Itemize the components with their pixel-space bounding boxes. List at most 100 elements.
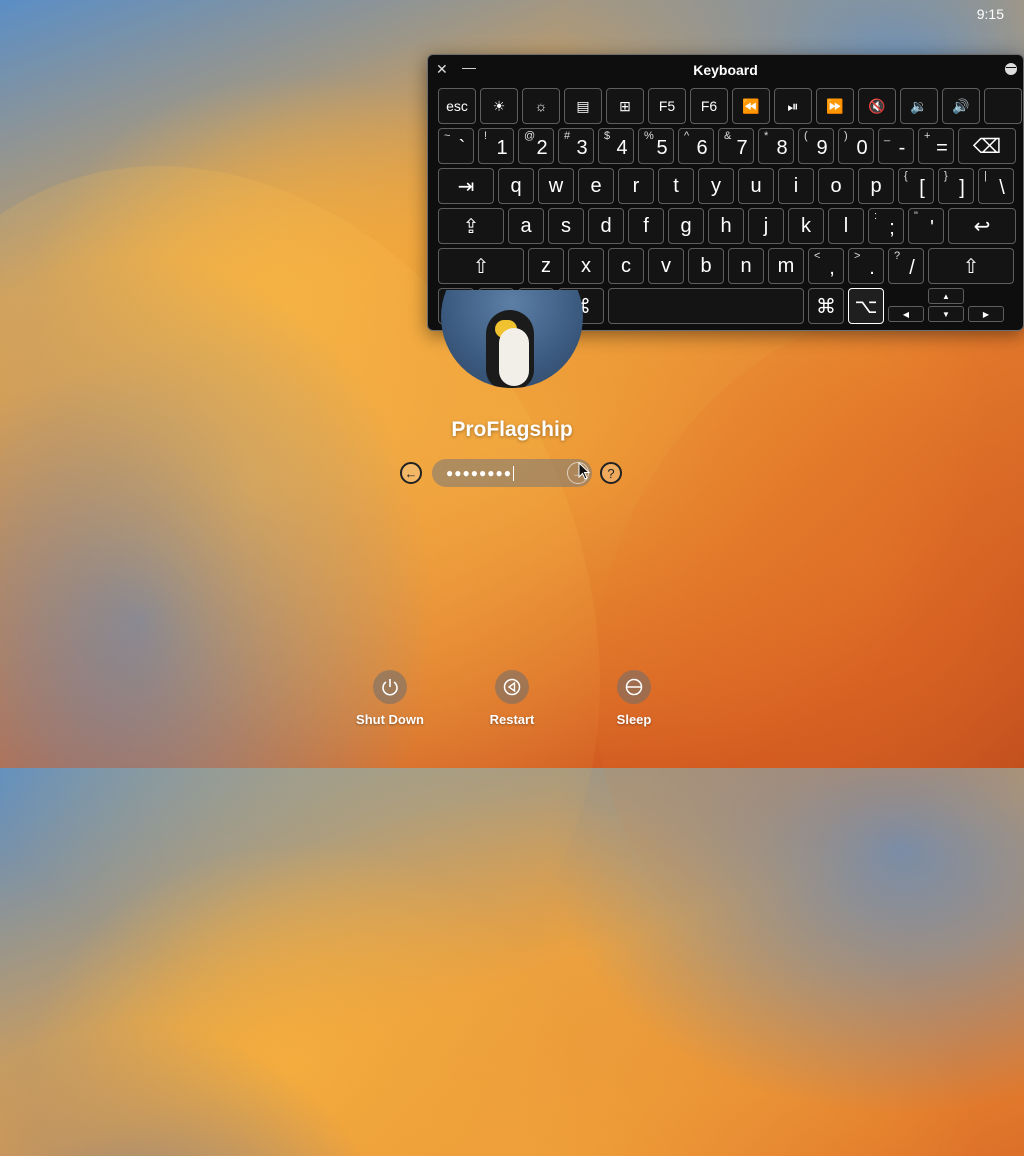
key-i[interactable]: i bbox=[778, 168, 814, 204]
key-\[interactable]: | \ bbox=[978, 168, 1014, 204]
key-arrow-left[interactable]: ◀ bbox=[888, 306, 924, 322]
key-volume-up-icon[interactable]: 🔊 bbox=[942, 88, 980, 124]
key-label: w bbox=[548, 174, 564, 197]
key-fast-forward-icon[interactable]: ⏩ bbox=[816, 88, 854, 124]
key-k[interactable]: k bbox=[788, 208, 824, 244]
key-6[interactable]: ^ 6 bbox=[678, 128, 714, 164]
options-icon[interactable]: — bbox=[1005, 63, 1017, 75]
key-v[interactable]: v bbox=[648, 248, 684, 284]
key-,[interactable]: <, bbox=[808, 248, 844, 284]
key-f[interactable]: f bbox=[628, 208, 664, 244]
key-shift-label: } bbox=[944, 170, 948, 182]
key-0[interactable]: ) 0 bbox=[838, 128, 874, 164]
key-b[interactable]: b bbox=[688, 248, 724, 284]
key-n[interactable]: n bbox=[728, 248, 764, 284]
key-'[interactable]: " ' bbox=[908, 208, 944, 244]
key-label: 9 bbox=[816, 136, 828, 159]
key-return[interactable]: ↩ bbox=[948, 208, 1016, 244]
key-label: o bbox=[830, 174, 842, 197]
key-.[interactable]: >. bbox=[848, 248, 884, 284]
shut-down-button[interactable]: Shut Down bbox=[335, 670, 445, 727]
key-p[interactable]: p bbox=[858, 168, 894, 204]
key--[interactable]: _ - bbox=[878, 128, 914, 164]
key-label: m bbox=[777, 254, 795, 277]
key-label: \ bbox=[999, 176, 1005, 199]
sleep-button[interactable]: Sleep bbox=[579, 670, 689, 727]
key-space[interactable] bbox=[608, 288, 804, 324]
key-brightness-down-icon[interactable]: ☀ bbox=[480, 88, 518, 124]
key-[[interactable]: {[ bbox=[898, 168, 934, 204]
key-1[interactable]: ! 1 bbox=[478, 128, 514, 164]
key-label: q bbox=[510, 174, 522, 197]
key-r[interactable]: r bbox=[618, 168, 654, 204]
sleep-icon bbox=[625, 678, 643, 696]
key-/[interactable]: ? / bbox=[888, 248, 924, 284]
key-u[interactable]: u bbox=[738, 168, 774, 204]
key-label: p bbox=[870, 174, 882, 197]
restart-button[interactable]: Restart bbox=[457, 670, 567, 727]
key-w[interactable]: w bbox=[538, 168, 574, 204]
key-e[interactable]: e bbox=[578, 168, 614, 204]
help-button[interactable]: ? bbox=[600, 462, 622, 484]
key-g[interactable]: g bbox=[668, 208, 704, 244]
key-=[interactable]: + = bbox=[918, 128, 954, 164]
key-9[interactable]: (9 bbox=[798, 128, 834, 164]
key-arrow-down[interactable]: ▼ bbox=[928, 306, 964, 322]
key-8[interactable]: * 8 bbox=[758, 128, 794, 164]
key-shift-label: * bbox=[764, 130, 769, 142]
key-right-shift[interactable]: ⇧ bbox=[928, 248, 1014, 284]
key-y[interactable]: y bbox=[698, 168, 734, 204]
key-shift-label: ^ bbox=[684, 130, 690, 142]
key-;[interactable]: :; bbox=[868, 208, 904, 244]
key-5[interactable]: % 5 bbox=[638, 128, 674, 164]
key-q[interactable]: q bbox=[498, 168, 534, 204]
key-d[interactable]: d bbox=[588, 208, 624, 244]
key-h[interactable]: h bbox=[708, 208, 744, 244]
key-label: a bbox=[520, 214, 532, 237]
key-c[interactable]: c bbox=[608, 248, 644, 284]
key-4[interactable]: $4 bbox=[598, 128, 634, 164]
key-j[interactable]: j bbox=[748, 208, 784, 244]
key-][interactable]: }] bbox=[938, 168, 974, 204]
key-arrow-right[interactable]: ▶ bbox=[968, 306, 1004, 322]
key-left-shift[interactable]: ⇧ bbox=[438, 248, 524, 284]
key-t[interactable]: t bbox=[658, 168, 694, 204]
arrow-right-icon: ▶ bbox=[982, 309, 990, 319]
key-x[interactable]: x bbox=[568, 248, 604, 284]
key-7[interactable]: & 7 bbox=[718, 128, 754, 164]
key-s[interactable]: s bbox=[548, 208, 584, 244]
key-volume-down-icon[interactable]: 🔉 bbox=[900, 88, 938, 124]
key-2[interactable]: @2 bbox=[518, 128, 554, 164]
key-rewind-icon[interactable]: ⏪ bbox=[732, 88, 770, 124]
key-label: d bbox=[600, 214, 612, 237]
key-brightness-up-icon[interactable]: ☼ bbox=[522, 88, 560, 124]
key-mute-icon[interactable]: 🔇 bbox=[858, 88, 896, 124]
key-3[interactable]: #3 bbox=[558, 128, 594, 164]
key-shift-label: : bbox=[874, 210, 878, 222]
key-caps-lock[interactable]: ⇪ bbox=[438, 208, 504, 244]
key-a[interactable]: a bbox=[508, 208, 544, 244]
key-delete[interactable]: ⌫ bbox=[958, 128, 1016, 164]
key-f6[interactable]: F6 bbox=[690, 88, 728, 124]
key-arrow-up[interactable]: ▲ bbox=[928, 288, 964, 304]
key-right-option[interactable]: ⌥ bbox=[848, 288, 884, 324]
key-f5[interactable]: F5 bbox=[648, 88, 686, 124]
key-m[interactable]: m bbox=[768, 248, 804, 284]
key-launchpad-icon[interactable]: ⊞ bbox=[606, 88, 644, 124]
key-mission-control-icon[interactable]: ▤ bbox=[564, 88, 602, 124]
key-l[interactable]: l bbox=[828, 208, 864, 244]
key-shift-label: % bbox=[644, 130, 654, 142]
key-z[interactable]: z bbox=[528, 248, 564, 284]
key-right-command[interactable]: ⌘ bbox=[808, 288, 844, 324]
key-power[interactable] bbox=[984, 88, 1022, 124]
key-play-pause-icon[interactable]: ⏯ bbox=[774, 88, 812, 124]
back-button[interactable]: ← bbox=[400, 462, 422, 484]
key-label: 8 bbox=[776, 136, 788, 159]
key-`[interactable]: ~ ` bbox=[438, 128, 474, 164]
key-o[interactable]: o bbox=[818, 168, 854, 204]
key-esc[interactable]: esc bbox=[438, 88, 476, 124]
key-label: . bbox=[869, 256, 875, 279]
key-shift-label: | bbox=[984, 170, 987, 182]
mission-control-icon: ▤ bbox=[576, 97, 590, 114]
key-tab[interactable]: ⇥ bbox=[438, 168, 494, 204]
